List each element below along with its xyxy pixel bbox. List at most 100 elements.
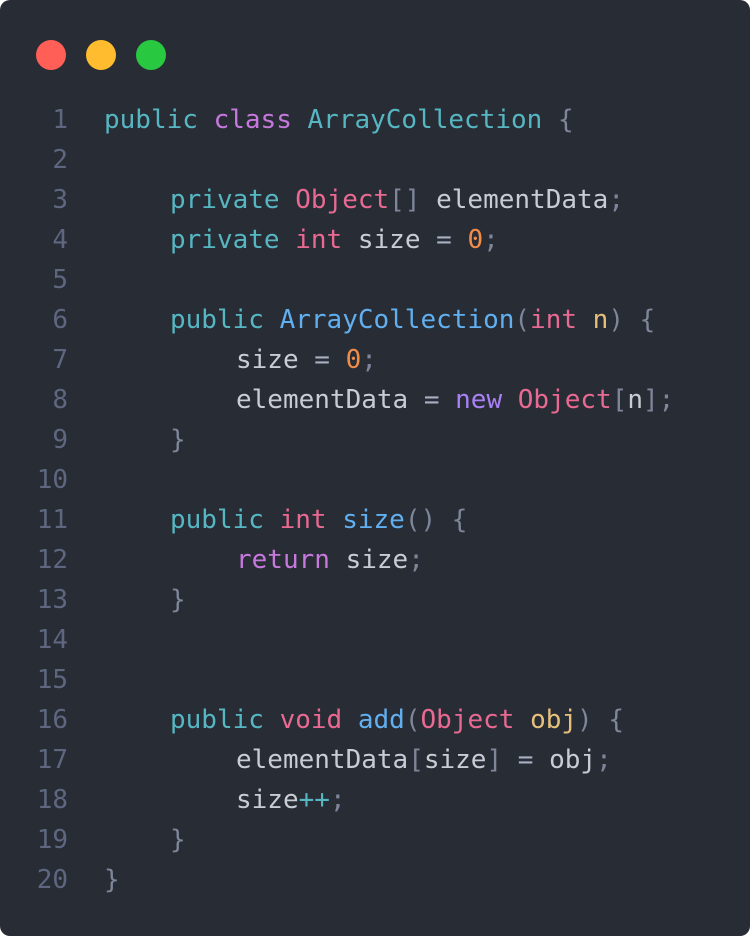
code-line-content: public void add(Object obj) {: [170, 700, 624, 740]
code-line: 6 public ArrayCollection(int n) {: [0, 300, 750, 340]
code-line: 3 private Object[] elementData;: [0, 180, 750, 220]
code-token: return: [236, 545, 330, 575]
code-token: ArrayCollection: [279, 305, 515, 335]
code-token: }: [170, 585, 186, 615]
code-token: {: [639, 305, 656, 335]
code-token: private: [170, 185, 280, 215]
code-token: ++: [298, 785, 330, 815]
code-token: Object: [295, 185, 390, 215]
code-line-content: private int size = 0;: [170, 220, 499, 260]
code-token: ArrayCollection: [307, 105, 543, 135]
code-line: 18 size++;: [0, 780, 750, 820]
code-token: n: [592, 305, 609, 335]
code-line: 17 elementData[size] = obj;: [0, 740, 750, 780]
code-line-content: return size;: [236, 540, 424, 580]
code-token: class: [213, 105, 292, 135]
line-number: 10: [36, 465, 68, 495]
code-token: size: [236, 785, 299, 815]
code-line: 8 elementData = new Object[n];: [0, 380, 750, 420]
line-number: 18: [36, 785, 68, 815]
code-line: 9}: [0, 420, 750, 460]
code-token: =: [423, 385, 440, 415]
code-line: 4 private int size = 0;: [0, 220, 750, 260]
code-token: ;: [483, 225, 499, 255]
code-token: Object: [420, 705, 515, 735]
line-number: 2: [52, 145, 68, 175]
line-number: 20: [36, 865, 68, 895]
code-token: =: [436, 225, 452, 255]
code-token: public: [104, 105, 198, 135]
code-token: }: [104, 865, 120, 895]
code-token: ;: [658, 385, 675, 415]
code-token: []: [389, 185, 421, 215]
code-line: 16 public void add(Object obj) {: [0, 700, 750, 740]
code-token: ;: [329, 785, 346, 815]
code-line-content: public ArrayCollection(int n) {: [170, 300, 655, 340]
code-token: ]: [486, 745, 503, 775]
code-line-content: public class ArrayCollection {: [104, 100, 574, 140]
line-number: 1: [52, 105, 68, 135]
code-token: ): [577, 705, 593, 735]
code-line-content: }: [170, 420, 186, 460]
code-token: Object: [517, 385, 612, 415]
code-line: 12 return size;: [0, 540, 750, 580]
code-token: 0: [345, 345, 362, 375]
code-token: public: [170, 505, 264, 535]
code-token: add: [357, 705, 405, 735]
code-token: ;: [361, 345, 377, 375]
maximize-window-button[interactable]: [136, 40, 166, 70]
code-line: 20}: [0, 860, 750, 900]
code-token: n: [627, 385, 644, 415]
code-token: void: [279, 705, 343, 735]
code-token: public: [170, 705, 264, 735]
code-line-content: public int size() {: [170, 500, 467, 540]
code-line: 7 size = 0;: [0, 340, 750, 380]
code-token: [: [611, 385, 628, 415]
code-line: 1 public class ArrayCollection {: [0, 100, 750, 140]
line-number: 7: [52, 345, 68, 375]
code-token: int: [279, 505, 327, 535]
code-token: }: [170, 425, 186, 455]
code-line: 2: [0, 140, 750, 180]
code-token: obj: [533, 745, 597, 775]
window-controls: [36, 40, 166, 70]
code-token: new: [455, 385, 503, 415]
code-token: 0: [467, 225, 484, 255]
code-line-content: private Object[] elementData;: [170, 180, 624, 220]
code-line-content: size++;: [236, 780, 346, 820]
minimize-window-button[interactable]: [86, 40, 116, 70]
code-line: 5: [0, 260, 750, 300]
line-number: 3: [52, 185, 68, 215]
line-number: 9: [52, 425, 68, 455]
code-block: 1 public class ArrayCollection {2 3 private…: [0, 100, 750, 900]
close-window-button[interactable]: [36, 40, 66, 70]
code-line-content: }: [170, 820, 186, 860]
line-number: 4: [52, 225, 68, 255]
code-token: int: [295, 225, 343, 255]
code-line: 15: [0, 660, 750, 700]
code-token: obj: [530, 705, 578, 735]
code-line: 10: [0, 460, 750, 500]
code-line-content: elementData = new Object[n];: [236, 380, 674, 420]
code-token: size: [342, 505, 405, 535]
line-number: 5: [52, 265, 68, 295]
line-number: 8: [52, 385, 68, 415]
code-token: size: [342, 225, 437, 255]
line-number: 17: [36, 745, 68, 775]
